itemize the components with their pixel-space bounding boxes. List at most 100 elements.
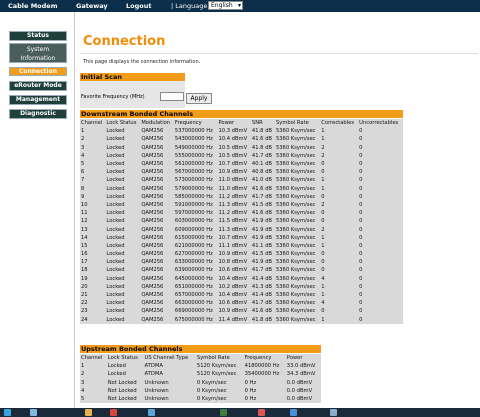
downstream-cell: 0 xyxy=(359,300,363,307)
downstream-cell: Locked xyxy=(106,300,125,307)
downstream-cell: 1 xyxy=(321,136,325,143)
downstream-cell: 639000000 Hz xyxy=(174,267,213,274)
downstream-cell: QAM256 xyxy=(141,267,164,274)
downstream-cell: Locked xyxy=(106,234,125,241)
downstream-cell: 651000000 Hz xyxy=(174,283,213,290)
spreadsheet-icon[interactable] xyxy=(220,409,227,416)
media-icon[interactable] xyxy=(258,409,265,416)
title-divider xyxy=(80,53,478,54)
sidebar-item-connection[interactable]: Connection xyxy=(9,67,67,76)
downstream-cell: 663000000 Hz xyxy=(174,300,213,307)
nav-gateway[interactable]: Gateway xyxy=(76,2,108,10)
downstream-cell: Locked xyxy=(106,177,125,184)
downstream-cell: 1 xyxy=(321,242,325,249)
downstream-cell: 579000000 Hz xyxy=(174,185,213,192)
downstream-cell: 6 xyxy=(81,169,85,176)
upstream-column-header: Symbol Rate xyxy=(196,355,230,362)
downstream-cell: 24 xyxy=(81,316,88,323)
downstream-cell: 11.1 dBmV xyxy=(218,242,248,249)
downstream-cell: 1 xyxy=(321,292,325,299)
downstream-cell: 15 xyxy=(81,242,88,249)
downstream-cell: Locked xyxy=(106,185,125,192)
downstream-cell: QAM256 xyxy=(141,185,164,192)
nav-cable-modem[interactable]: Cable Modem xyxy=(8,2,57,10)
start-icon[interactable] xyxy=(4,409,11,416)
downstream-cell: 0 xyxy=(359,185,363,192)
downstream-column-header: SNR xyxy=(251,120,263,127)
downstream-cell: 41.4 dB xyxy=(251,292,272,299)
downstream-table-row: 22 Locked QAM256 663000000 Hz 10.6 dBmV 41.7 … xyxy=(80,299,403,307)
store-icon[interactable] xyxy=(290,409,297,416)
downstream-cell: 5360 Ksym/sec xyxy=(275,193,316,200)
downstream-cell: 0 xyxy=(359,144,363,151)
downstream-table-row: 7 Locked QAM256 573000000 Hz 11.0 dBmV 41.0 d… xyxy=(80,176,403,184)
language-select[interactable]: English xyxy=(208,1,243,10)
downstream-cell: 5360 Ksym/sec xyxy=(275,144,316,151)
downstream-cell: Locked xyxy=(106,316,125,323)
downstream-cell: QAM256 xyxy=(141,128,164,135)
settings-icon[interactable] xyxy=(330,409,337,416)
sidebar-item-erouter-mode[interactable]: eRouter Mode xyxy=(9,81,67,91)
upstream-cell: 2 xyxy=(81,371,85,378)
downstream-cell: Locked xyxy=(106,308,125,315)
downstream-cell: 17 xyxy=(81,259,88,266)
upstream-table-row: 3 Not Locked Unknown 0 Ksym/sec 0 Hz 0.0 dBmV xyxy=(80,379,321,387)
downstream-cell: 41.7 dB xyxy=(251,267,272,274)
downstream-cell: 41.9 dB xyxy=(251,218,272,225)
downstream-table-row: 10 Locked QAM256 591000000 Hz 11.3 dBmV 41.5 … xyxy=(80,201,403,209)
sidebar-item-status[interactable]: Status xyxy=(9,31,67,41)
downstream-table-row: 1 Locked QAM256 537000000 Hz 10.3 dBmV 41.8 d… xyxy=(80,127,403,135)
folder-icon[interactable] xyxy=(85,409,92,416)
downstream-cell: 0 xyxy=(321,210,325,217)
main-content: Connection This page displays the connec… xyxy=(76,12,480,408)
downstream-cell: 41.8 dB xyxy=(251,144,272,151)
downstream-cell: 621000000 Hz xyxy=(174,242,213,249)
sidebar-item-diagnostic[interactable]: Diagnostic xyxy=(9,109,67,119)
downstream-cell: QAM256 xyxy=(141,169,164,176)
downstream-cell: 1 xyxy=(321,128,325,135)
downstream-cell: 9 xyxy=(81,193,85,200)
downstream-cell: 11.0 dBmV xyxy=(218,185,248,192)
downstream-table-row: 15 Locked QAM256 621000000 Hz 11.1 dBmV 41.1 … xyxy=(80,242,403,250)
browser-icon[interactable] xyxy=(30,409,37,416)
mail-icon[interactable] xyxy=(148,409,155,416)
downstream-cell: 4 xyxy=(321,275,325,282)
downstream-table-row: 23 Locked QAM256 669000000 Hz 10.9 dBmV 41.6 … xyxy=(80,307,403,315)
downstream-cell: 0 xyxy=(359,201,363,208)
apply-button[interactable]: Apply xyxy=(186,93,212,104)
upstream-cell: 35400000 Hz xyxy=(244,371,280,378)
downstream-cell: 41.7 dB xyxy=(251,193,272,200)
downstream-cell: 5360 Ksym/sec xyxy=(275,292,316,299)
downstream-cell: 0 xyxy=(359,128,363,135)
downstream-cell: 10.9 dBmV xyxy=(218,251,248,258)
downstream-cell: Locked xyxy=(106,283,125,290)
sidebar-item-system-information[interactable]: System Information xyxy=(9,43,67,63)
downstream-cell: 3 xyxy=(81,144,85,151)
downstream-cell: 10.5 dBmV xyxy=(218,152,248,159)
downstream-table-row: 2 Locked QAM256 543000000 Hz 10.4 dBmV 41.6 d… xyxy=(80,135,403,143)
nav-logout[interactable]: Logout xyxy=(126,2,151,10)
sidebar-item-management[interactable]: Management xyxy=(9,95,67,105)
downstream-cell: QAM256 xyxy=(141,193,164,200)
app-icon[interactable] xyxy=(110,409,117,416)
downstream-cell: 41.0 dB xyxy=(251,177,272,184)
downstream-table-row: 12 Locked QAM256 603000000 Hz 11.5 dBmV 41.9 … xyxy=(80,217,403,225)
downstream-cell: Locked xyxy=(106,152,125,159)
upstream-cell: 0 Hz xyxy=(244,396,257,403)
downstream-cell: 5 xyxy=(81,161,85,168)
downstream-cell: 0 xyxy=(359,226,363,233)
downstream-cell: 11.5 dBmV xyxy=(218,218,248,225)
downstream-table-row: 9 Locked QAM256 585000000 Hz 11.2 dBmV 41.7 d… xyxy=(80,193,403,201)
downstream-cell: QAM256 xyxy=(141,300,164,307)
downstream-cell: Locked xyxy=(106,226,125,233)
downstream-cell: 41.6 dB xyxy=(251,308,272,315)
upstream-cell: Not Locked xyxy=(107,379,137,386)
downstream-cell: 5360 Ksym/sec xyxy=(275,259,316,266)
upstream-cell: 3 xyxy=(81,379,85,386)
downstream-cell: 8 xyxy=(81,185,85,192)
downstream-cell: 10.6 dBmV xyxy=(218,267,248,274)
favorite-frequency-input[interactable] xyxy=(160,92,184,101)
favorite-frequency-label: Favorite Frequency (MHz) xyxy=(81,94,145,100)
downstream-table-row: 11 Locked QAM256 597000000 Hz 11.2 dBmV 41.6 … xyxy=(80,209,403,217)
upstream-cell: 5120 Ksym/sec xyxy=(196,363,237,370)
